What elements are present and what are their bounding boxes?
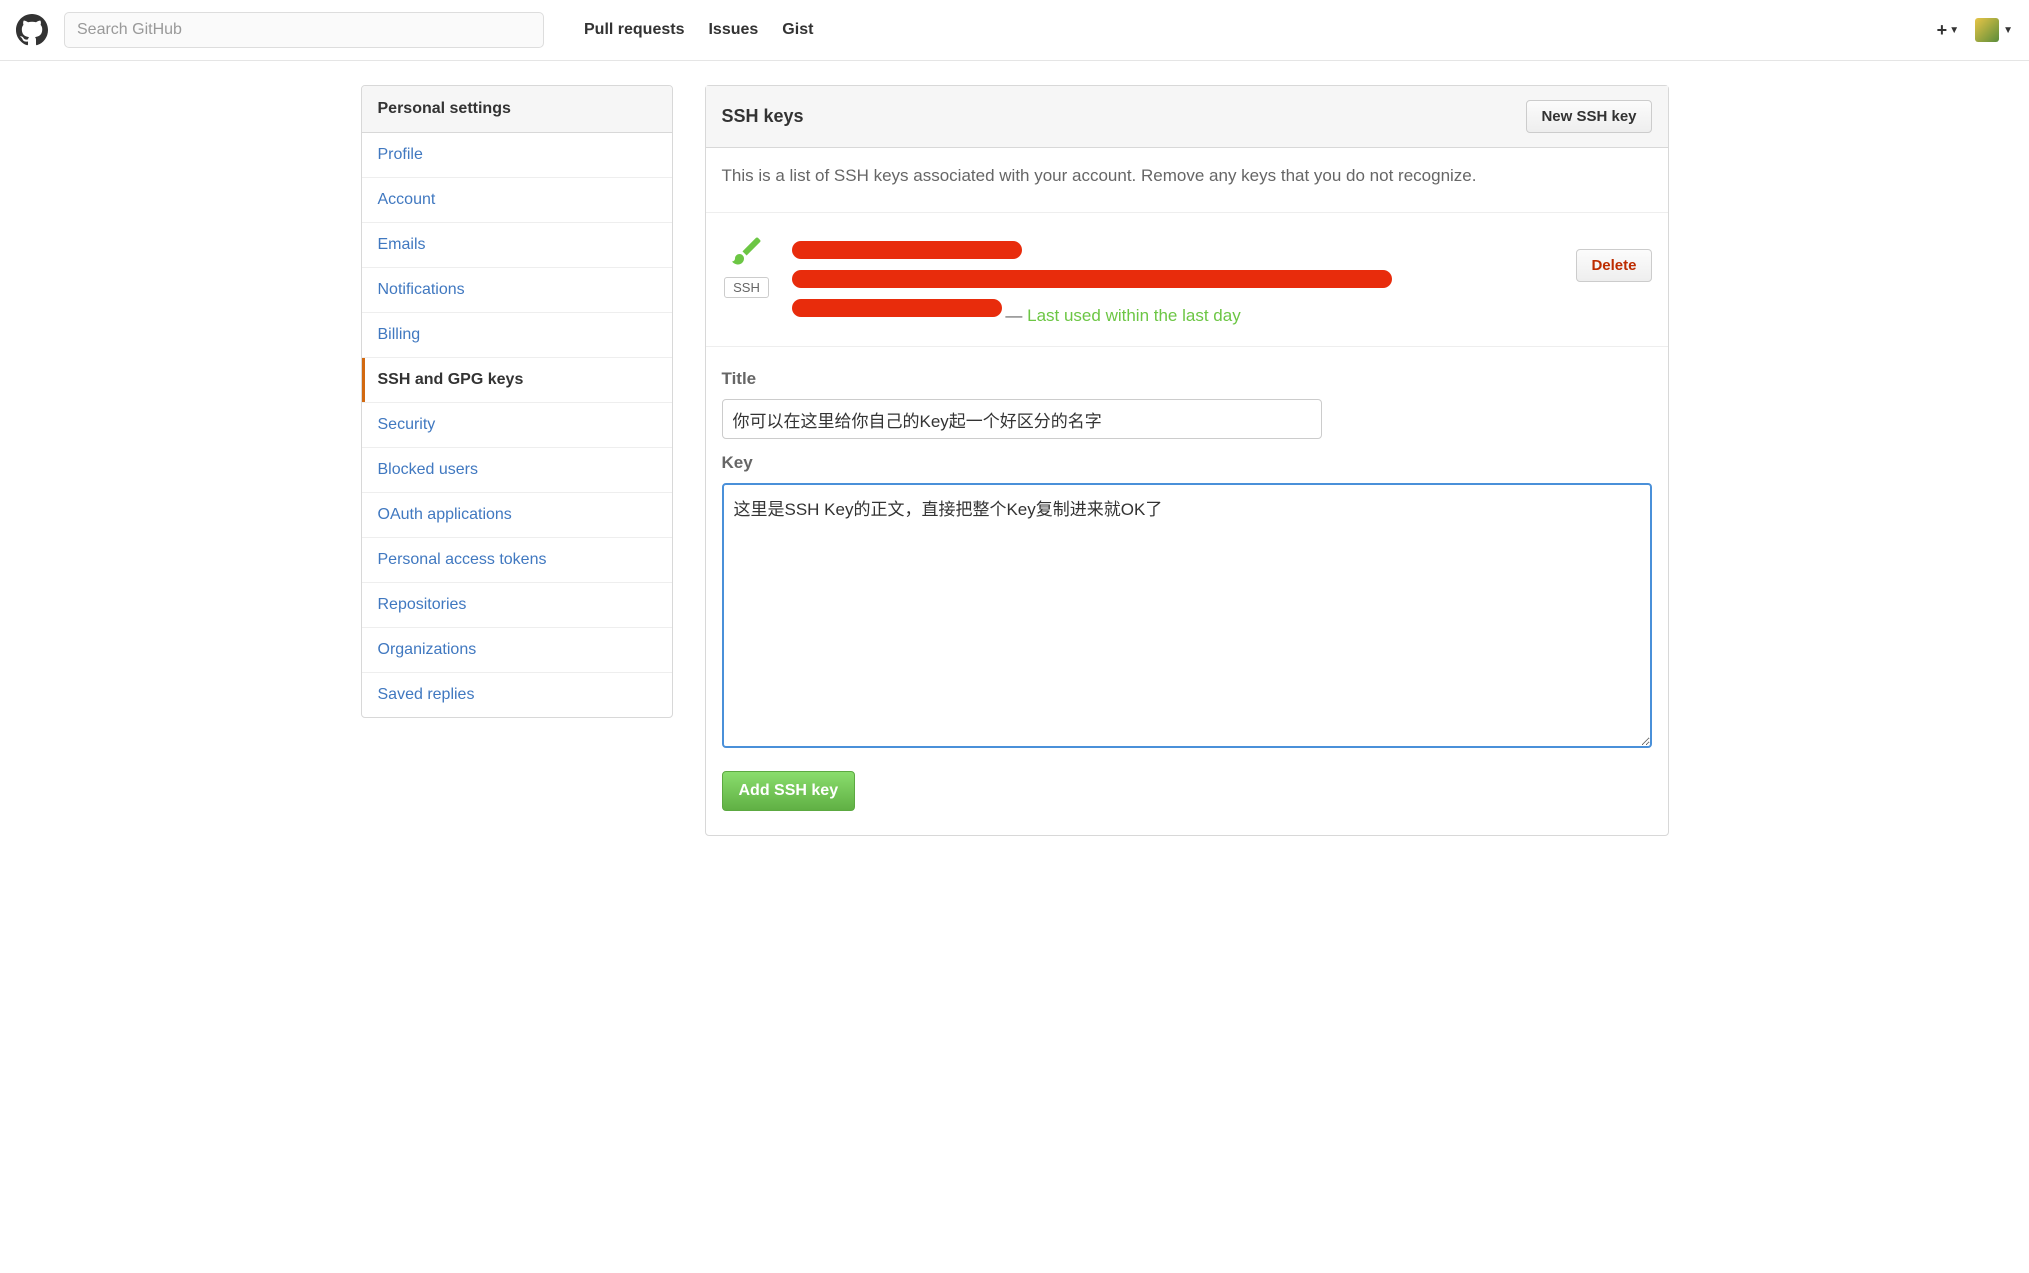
sidebar-item-billing[interactable]: Billing xyxy=(362,313,672,358)
sidebar-item-emails[interactable]: Emails xyxy=(362,223,672,268)
panel-header: SSH keys New SSH key xyxy=(706,86,1668,148)
sidebar-header: Personal settings xyxy=(362,86,672,133)
sidebar-item-ssh-gpg-keys[interactable]: SSH and GPG keys xyxy=(362,358,672,403)
create-new-dropdown[interactable]: + ▼ xyxy=(1937,20,1959,41)
redacted-key-title xyxy=(792,241,1022,259)
panel-description: This is a list of SSH keys associated wi… xyxy=(722,166,1652,186)
redacted-key-added-date xyxy=(792,299,1002,317)
top-header: Pull requests Issues Gist + ▼ ▼ xyxy=(0,0,2029,61)
nav-issues[interactable]: Issues xyxy=(708,21,758,39)
ssh-key-entry: SSH — Last used within the last day Dele… xyxy=(706,212,1668,346)
main-content: SSH keys New SSH key This is a list of S… xyxy=(705,85,1669,836)
sidebar-box: Personal settings Profile Account Emails… xyxy=(361,85,673,718)
search-input[interactable] xyxy=(64,12,544,48)
key-details: — Last used within the last day xyxy=(792,233,1652,326)
last-used-separator: — xyxy=(1005,306,1027,325)
sidebar-item-personal-access-tokens[interactable]: Personal access tokens xyxy=(362,538,672,583)
header-nav: Pull requests Issues Gist xyxy=(584,21,813,39)
sidebar-item-organizations[interactable]: Organizations xyxy=(362,628,672,673)
key-icon xyxy=(729,233,765,269)
sidebar: Personal settings Profile Account Emails… xyxy=(361,85,673,836)
github-logo-icon[interactable] xyxy=(16,14,48,46)
sidebar-item-account[interactable]: Account xyxy=(362,178,672,223)
sidebar-item-profile[interactable]: Profile xyxy=(362,133,672,178)
title-label: Title xyxy=(722,369,1652,389)
header-right: + ▼ ▼ xyxy=(1937,18,2013,42)
ssh-keys-panel: SSH keys New SSH key This is a list of S… xyxy=(705,85,1669,836)
add-ssh-key-button[interactable]: Add SSH key xyxy=(722,771,856,811)
key-label: Key xyxy=(722,453,1652,473)
redacted-key-fingerprint xyxy=(792,270,1392,288)
sidebar-item-notifications[interactable]: Notifications xyxy=(362,268,672,313)
sidebar-item-security[interactable]: Security xyxy=(362,403,672,448)
delete-key-button[interactable]: Delete xyxy=(1576,249,1651,282)
main-container: Personal settings Profile Account Emails… xyxy=(345,61,1685,860)
caret-down-icon: ▼ xyxy=(1949,25,1959,36)
nav-gist[interactable]: Gist xyxy=(782,21,813,39)
ssh-type-badge: SSH xyxy=(724,277,769,298)
caret-down-icon: ▼ xyxy=(2003,25,2013,36)
key-icon-column: SSH xyxy=(722,233,772,298)
key-textarea[interactable] xyxy=(722,483,1652,748)
sidebar-item-oauth-applications[interactable]: OAuth applications xyxy=(362,493,672,538)
new-ssh-key-button[interactable]: New SSH key xyxy=(1526,100,1651,133)
sidebar-item-repositories[interactable]: Repositories xyxy=(362,583,672,628)
nav-pull-requests[interactable]: Pull requests xyxy=(584,21,684,39)
add-key-form: Title Key Add SSH key xyxy=(706,346,1668,835)
title-input[interactable] xyxy=(722,399,1322,439)
plus-icon: + xyxy=(1937,20,1948,41)
last-used-text: Last used within the last day xyxy=(1027,306,1241,325)
panel-title: SSH keys xyxy=(722,106,804,127)
user-menu-dropdown[interactable]: ▼ xyxy=(1975,18,2013,42)
avatar xyxy=(1975,18,1999,42)
sidebar-item-saved-replies[interactable]: Saved replies xyxy=(362,673,672,717)
panel-body: This is a list of SSH keys associated wi… xyxy=(706,148,1668,212)
sidebar-item-blocked-users[interactable]: Blocked users xyxy=(362,448,672,493)
